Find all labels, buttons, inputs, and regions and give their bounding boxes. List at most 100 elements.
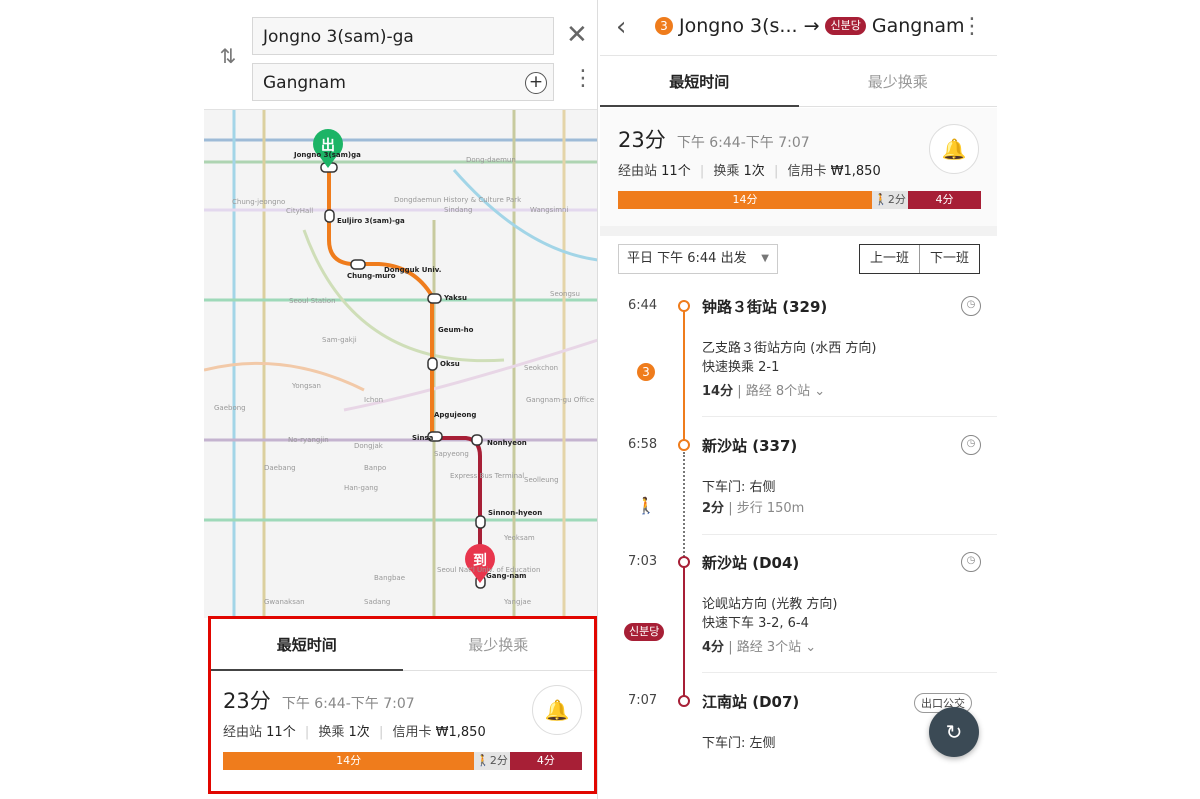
origin-field[interactable]: Jongno 3(sam)-ga (252, 17, 554, 55)
add-waypoint-button[interactable]: + (525, 72, 547, 94)
map-label-geumho: Geum-ho (438, 326, 474, 334)
map-label-sinsa: Sinsa (412, 434, 434, 442)
segment-shinbundang: 4分 (908, 191, 981, 209)
step4-station[interactable]: 江南站 (D07) (702, 691, 799, 712)
map-label-nonhyeon: Nonhyeon (487, 439, 527, 447)
tab-fastest[interactable]: 最短时间 (600, 56, 799, 107)
map-label-oksu: Oksu (440, 360, 460, 368)
route-destination: Gangnam (871, 15, 965, 37)
swap-icon[interactable]: ⇅ (216, 44, 240, 72)
step2-summary: 2分 | 步行 150m (702, 501, 805, 516)
previous-train-button[interactable]: 上一班 (860, 245, 919, 273)
shinbundang-track (683, 566, 685, 700)
step1-minutes: 14分 (702, 384, 734, 399)
route-summary-card: 最短时间 最少换乘 23分 下午 6:44-下午 7:07 经由站 11个 | … (208, 616, 597, 794)
bell-icon[interactable]: 🔔 (929, 124, 979, 174)
step2-time: 6:58 (628, 437, 658, 452)
step3-station[interactable]: 新沙站 (D04) (702, 552, 799, 573)
train-nav: 上一班 下一班 (859, 244, 981, 274)
fare-label: 信用卡 (392, 725, 432, 740)
route-origin: Jongno 3(s... (679, 15, 798, 37)
bell-icon[interactable]: 🔔 (532, 685, 582, 735)
map-label-chungjeongno: Chung-jeongno (232, 198, 285, 206)
tab-fastest[interactable]: 最短时间 (211, 619, 403, 671)
map-label-wangsimni: Wangsimni (530, 206, 568, 214)
tab-fewest-transfers[interactable]: 最少换乘 (403, 619, 595, 670)
destination-value: Gangnam (263, 73, 346, 93)
step1-time: 6:44 (628, 298, 658, 313)
destination-field[interactable]: Gangnam + (252, 63, 554, 101)
route-summary[interactable]: 23分 下午 6:44-下午 7:07 经由站 11个 | 换乘 1次 | 信用… (211, 671, 594, 740)
route-summary: 23分 下午 6:44-下午 7:07 经由站 11个 | 换乘 1次 | 信用… (600, 108, 997, 179)
stations-value: 11个 (266, 725, 296, 740)
map-label-yongsan: Yongsan (291, 382, 321, 390)
step-divider (702, 672, 997, 673)
map-label-dongdaemun-gate: Dong-daemun (466, 156, 516, 164)
step2-walk: 步行 150m (736, 501, 805, 516)
map-label-dongguk: Dongguk Univ. (384, 266, 441, 274)
line-3-badge: 3 (655, 17, 673, 35)
route-detail-header: ‹ 3 Jongno 3(s... → 신분당 Gangnam ⋮ (600, 0, 997, 56)
route-tabs: 最短时间 最少换乘 (600, 56, 997, 107)
step3-via: 路经 3个站 (736, 640, 802, 655)
segment-bar: 14分 🚶2分 4分 (618, 191, 981, 209)
more-options-icon[interactable]: ⋮ (961, 14, 983, 40)
map-label-cityhall: CityHall (286, 207, 313, 215)
fare-value: ₩1,850 (830, 164, 881, 179)
departure-time-select[interactable]: 平日 下午 6:44 出发 ▼ (618, 244, 778, 274)
shinbundang-badge: 신분당 (825, 17, 866, 35)
map-label-yaksu: Yaksu (443, 294, 467, 302)
map-label-ichon: Ichon (364, 396, 383, 404)
subway-map[interactable]: 出 到 Jongno 3(sam)ga Euljiro 3(sam)-ga Ch… (204, 110, 597, 618)
tab-fewest-transfers[interactable]: 最少换乘 (799, 56, 998, 106)
step3-direction: 论岘站方向 (光教 方向) (702, 597, 838, 612)
map-label-yangjae: Yangjae (503, 598, 531, 606)
route-summary-panel: 23分 下午 6:44-下午 7:07 经由站 11个 | 换乘 1次 | 信用… (600, 108, 997, 226)
map-label-sapyeong: Sapyeong (434, 450, 469, 458)
map-label-seongsu: Seongsu (550, 290, 580, 298)
right-phone-screen: ‹ 3 Jongno 3(s... → 신분당 Gangnam ⋮ 最短时间 最… (600, 0, 997, 799)
step1-station[interactable]: 钟路３街站 (329) (702, 296, 827, 317)
step3-summary[interactable]: 4分 | 路经 3个站 ⌄ (702, 638, 816, 657)
more-options-icon[interactable]: ⋮ (572, 66, 594, 92)
walk-icon: 🚶 (636, 496, 656, 515)
back-icon[interactable]: ‹ (616, 12, 626, 42)
close-icon[interactable]: ✕ (566, 20, 588, 50)
clock-icon[interactable]: ◷ (961, 552, 981, 572)
stations-value: 11个 (661, 164, 691, 179)
step2-station[interactable]: 新沙站 (337) (702, 435, 797, 456)
line-3-badge: 3 (637, 363, 655, 381)
map-label-seoul-station: Seoul Station (289, 297, 336, 305)
total-duration: 23分 (618, 128, 666, 152)
route-tabs: 最短时间 最少换乘 (211, 619, 594, 671)
transfer-label: 换乘 (318, 725, 345, 740)
segment-line3: 14分 (618, 191, 872, 209)
clock-icon[interactable]: ◷ (961, 435, 981, 455)
time-range: 下午 6:44-下午 7:07 (676, 135, 810, 151)
segment-line3: 14分 (223, 752, 475, 770)
map-label-seolleung: Seolleung (524, 476, 559, 484)
search-header: ⇅ Jongno 3(sam)-ga Gangnam + ✕ ⋮ (204, 0, 597, 110)
step4-exit-door: 下车门: 左侧 (702, 736, 776, 751)
next-train-button[interactable]: 下一班 (919, 245, 979, 273)
route-meta: 经由站 11个 | 换乘 1次 | 信用卡 ₩1,850 (618, 164, 881, 179)
stations-label: 经由站 (618, 164, 658, 179)
step3-fast-exit: 快速下车 3-2, 6-4 (702, 616, 809, 631)
total-duration: 23分 (223, 689, 271, 713)
map-label-noryangjin: No-ryangjin (288, 436, 329, 444)
route-title: 3 Jongno 3(s... → 신분당 Gangnam (655, 15, 965, 37)
subway-map-svg: 出 到 Jongno 3(sam)ga Euljiro 3(sam)-ga Ch… (204, 110, 597, 618)
segment-walk: 🚶2分 (474, 752, 510, 770)
left-phone-screen: ⇅ Jongno 3(sam)-ga Gangnam + ✕ ⋮ 出 到 Jon… (204, 0, 598, 799)
refresh-button[interactable]: ↻ (929, 707, 979, 757)
map-label-hangang: Han-gang (344, 484, 378, 492)
section-divider (600, 226, 997, 236)
map-label-sindang: Sindang (444, 206, 472, 214)
map-label-gaebong: Gaebong (214, 404, 246, 412)
clock-icon[interactable]: ◷ (961, 296, 981, 316)
transfer-label: 换乘 (713, 164, 740, 179)
fare-label: 信用卡 (787, 164, 827, 179)
segment-bar: 14分 🚶2分 4分 (223, 752, 583, 770)
map-label-samgakji: Sam-gakji (322, 336, 357, 344)
step1-summary[interactable]: 14分 | 路经 8个站 ⌄ (702, 382, 825, 401)
